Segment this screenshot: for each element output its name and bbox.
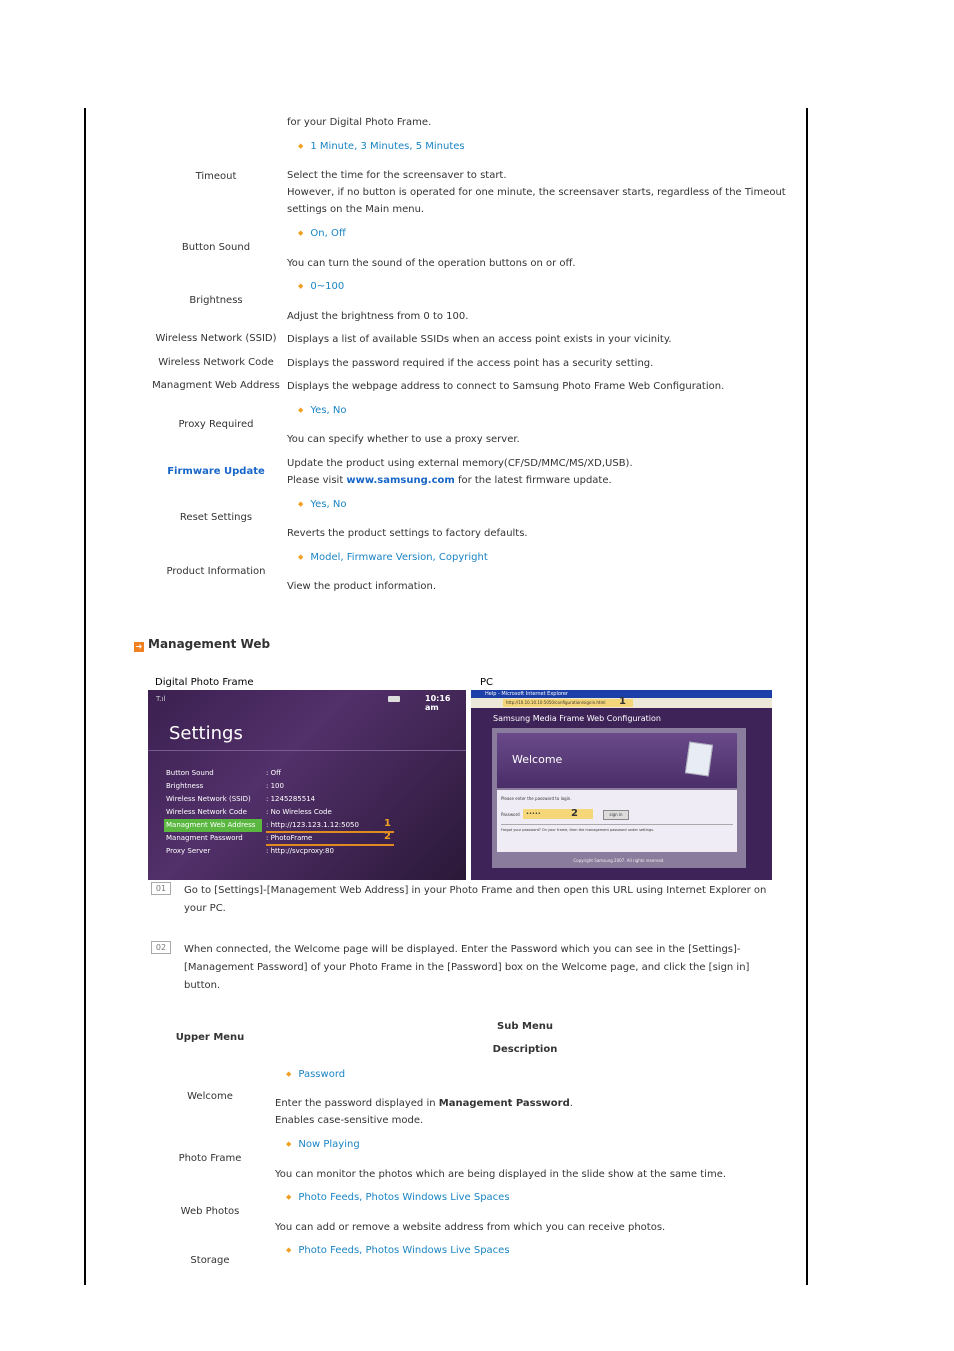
description-header: Description bbox=[492, 1044, 558, 1055]
frame-title-rule bbox=[148, 750, 466, 751]
right-border-line bbox=[806, 108, 808, 1285]
network-code-label: Wireless Network Code bbox=[158, 357, 274, 368]
step-text: When connected, the Welcome page will be… bbox=[184, 944, 750, 991]
welcome-panel: Welcome Please enter the password to log… bbox=[492, 728, 746, 868]
frame-settings-screenshot: T.ıl 10:16 am Settings Button Sound: Off… bbox=[148, 690, 466, 880]
firmware-update-link[interactable]: Firmware Update bbox=[146, 466, 286, 477]
photo-frame-label: Photo Frame bbox=[178, 1153, 242, 1164]
frame-row: Wireless Network (SSID): 1245285514 bbox=[166, 795, 316, 803]
product-info-label: Product Information bbox=[166, 566, 266, 577]
photo-frame-options: Now Playing bbox=[286, 1139, 359, 1150]
step-number: 02 bbox=[151, 941, 171, 954]
copyright-text: Copyright Samsung 2007. All rights reser… bbox=[573, 858, 665, 863]
welcome-label: Welcome bbox=[187, 1091, 233, 1102]
welcome-options: Password bbox=[286, 1069, 345, 1080]
photo-frame-desc: You can monitor the photos which are bei… bbox=[275, 1169, 727, 1180]
login-prompt: Please enter the password to login. bbox=[501, 796, 572, 801]
battery-icon bbox=[388, 696, 400, 702]
proxy-label: Proxy Required bbox=[178, 419, 254, 430]
frame-settings-title: Settings bbox=[169, 723, 243, 744]
frame-time: 10:16 am bbox=[425, 694, 451, 712]
pc-marker-1: 1 bbox=[619, 696, 626, 707]
ssid-label: Wireless Network (SSID) bbox=[155, 333, 277, 344]
login-area: Please enter the password to login. Pass… bbox=[497, 790, 737, 852]
brightness-desc: Adjust the brightness from 0 to 100. bbox=[287, 311, 469, 322]
samsung-website-link[interactable]: www.samsung.com bbox=[346, 475, 454, 486]
reset-options: Yes, No bbox=[298, 499, 346, 510]
button-sound-desc: You can turn the sound of the operation … bbox=[287, 258, 576, 269]
forgot-text: Forgot your password? On your frame, the… bbox=[501, 828, 655, 832]
pc-image-label: PC bbox=[480, 677, 494, 688]
orange-underline-2 bbox=[266, 844, 394, 846]
left-border-line bbox=[84, 108, 86, 1285]
login-rule bbox=[501, 824, 733, 825]
firmware-desc: Update the product using external memory… bbox=[287, 458, 633, 486]
intro-text: for your Digital Photo Frame. bbox=[287, 117, 432, 128]
signin-button[interactable]: sign in bbox=[603, 810, 629, 820]
url-field[interactable]: http://10.10.10.10:5050/configuration/si… bbox=[503, 699, 633, 707]
storage-label: Storage bbox=[190, 1255, 230, 1266]
frame-row: Button Sound: Off bbox=[166, 769, 281, 777]
brightness-options: 0~100 bbox=[298, 281, 344, 292]
step-text: Go to [Settings]-[Management Web Address… bbox=[184, 885, 767, 914]
orange-underline-1 bbox=[266, 831, 394, 833]
step-number: 01 bbox=[151, 882, 171, 895]
frame-image-label: Digital Photo Frame bbox=[155, 677, 254, 688]
proxy-desc: You can specify whether to use a proxy s… bbox=[287, 434, 520, 445]
sub-menu-header: Sub Menu bbox=[497, 1021, 553, 1032]
web-address-label: Managment Web Address bbox=[152, 380, 280, 391]
frame-row: Proxy Server: http://svcproxy:80 bbox=[166, 847, 334, 855]
web-photos-label: Web Photos bbox=[180, 1206, 240, 1217]
signal-icon: T.ıl bbox=[156, 695, 166, 703]
web-photos-options: Photo Feeds, Photos Windows Live Spaces bbox=[286, 1192, 509, 1203]
product-info-options: Model, Firmware Version, Copyright bbox=[298, 552, 487, 563]
password-label: Password bbox=[501, 812, 520, 817]
reset-desc: Reverts the product settings to factory … bbox=[287, 528, 528, 539]
frame-row: Wireless Network Code: No Wireless Code bbox=[166, 808, 332, 816]
arrow-icon: ➜ bbox=[134, 642, 144, 652]
network-code-desc: Displays the password required if the ac… bbox=[287, 358, 654, 369]
product-info-desc: View the product information. bbox=[287, 581, 437, 592]
welcome-text: Welcome bbox=[512, 753, 563, 766]
timeout-desc: Select the time for the screensaver to s… bbox=[287, 170, 786, 215]
proxy-options: Yes, No bbox=[298, 405, 346, 416]
welcome-header: Welcome bbox=[497, 733, 737, 788]
pc-marker-2: 2 bbox=[571, 808, 578, 819]
pc-page-title: Samsung Media Frame Web Configuration bbox=[493, 714, 661, 723]
password-input[interactable]: ••••• bbox=[523, 809, 593, 819]
welcome-desc: Enter the password displayed in Manageme… bbox=[275, 1098, 573, 1126]
button-sound-label: Button Sound bbox=[181, 242, 251, 253]
marker-1: 1 bbox=[384, 818, 391, 829]
reset-label: Reset Settings bbox=[179, 512, 253, 523]
ssid-desc: Displays a list of available SSIDs when … bbox=[287, 334, 672, 345]
pc-browser-screenshot: Help - Microsoft Internet Explorer http:… bbox=[471, 690, 772, 880]
timeout-label: Timeout bbox=[195, 171, 237, 182]
storage-options: Photo Feeds, Photos Windows Live Spaces bbox=[286, 1245, 509, 1256]
web-address-desc: Displays the webpage address to connect … bbox=[287, 381, 725, 392]
timeout-options: 1 Minute, 3 Minutes, 5 Minutes bbox=[298, 141, 464, 152]
brightness-label: Brightness bbox=[189, 295, 243, 306]
upper-menu-header: Upper Menu bbox=[175, 1032, 245, 1043]
button-sound-options: On, Off bbox=[298, 228, 345, 239]
web-photos-desc: You can add or remove a website address … bbox=[275, 1222, 666, 1233]
document-icon bbox=[684, 741, 714, 777]
frame-row: Brightness: 100 bbox=[166, 782, 284, 790]
section-heading: ➜ Management Web bbox=[134, 637, 271, 652]
